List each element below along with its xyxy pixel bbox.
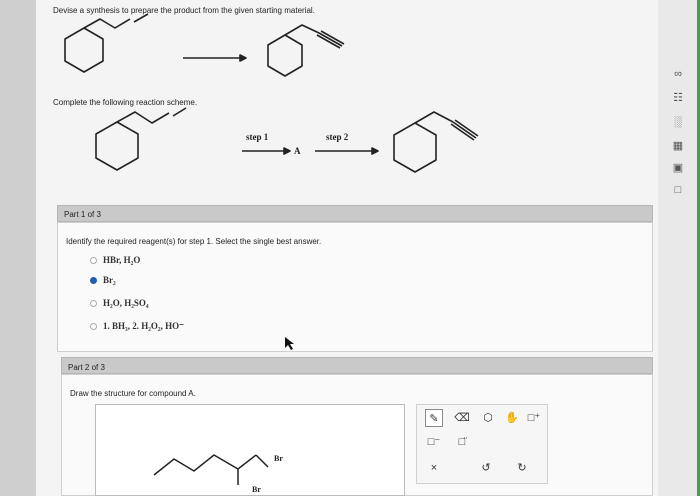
- lone-pair-icon[interactable]: □̈: [453, 433, 471, 451]
- scheme-prompt: Complete the following reaction scheme.: [53, 98, 198, 107]
- positive-charge-icon[interactable]: □⁺: [525, 409, 543, 427]
- drawing-canvas[interactable]: Br Br: [95, 404, 405, 496]
- part2-header-text: Part 2 of 3: [68, 363, 105, 372]
- scheme-product-side-chain: [414, 111, 454, 124]
- product-cyclohexane-ring: [267, 34, 303, 77]
- chart-icon[interactable]: ░: [668, 114, 688, 130]
- scheme-product-ring: [393, 122, 437, 173]
- starting-side-chain: [83, 18, 131, 29]
- right-toolbar: ∞ ☷ ░ ▦ ▣ □: [658, 0, 700, 496]
- infinity-icon[interactable]: ∞: [668, 66, 688, 82]
- part2-question: Draw the structure for compound A.: [70, 389, 196, 398]
- message-icon[interactable]: □: [668, 182, 688, 198]
- part2-header: Part 2 of 3: [61, 357, 653, 374]
- ring-icon[interactable]: ⬡: [479, 409, 497, 427]
- redo-icon[interactable]: ↻: [513, 459, 531, 477]
- starting-double-bond: [133, 13, 149, 23]
- radio-button-selected[interactable]: [90, 276, 97, 284]
- periodic-table-icon[interactable]: ▦: [668, 138, 688, 154]
- eraser-icon[interactable]: ⌫: [453, 409, 471, 427]
- mouse-cursor-icon: [285, 337, 294, 350]
- scheme-starting-ring: [95, 121, 139, 171]
- radio-button[interactable]: [90, 322, 97, 330]
- step1-label: step 1: [246, 132, 269, 142]
- part1-header: Part 1 of 3: [57, 205, 653, 222]
- overview-arrow-head: [239, 54, 247, 62]
- left-margin: [0, 0, 36, 496]
- intermediate-label: A: [294, 146, 301, 156]
- undo-icon[interactable]: ↺: [477, 459, 495, 477]
- reference-icon[interactable]: ▣: [668, 160, 688, 176]
- br-label-bottom: Br: [252, 485, 261, 494]
- calculator-icon[interactable]: ☷: [668, 90, 688, 106]
- negative-charge-icon[interactable]: □⁻: [425, 433, 443, 451]
- radio-button[interactable]: [90, 299, 97, 307]
- scheme-side-chain: [116, 111, 170, 124]
- part1-header-text: Part 1 of 3: [64, 210, 101, 219]
- option-br2[interactable]: Br₂: [90, 273, 116, 287]
- clear-icon[interactable]: ×: [425, 459, 443, 477]
- hand-icon[interactable]: ✋: [503, 409, 521, 427]
- product-side-chain: [284, 24, 320, 36]
- option-hbr-h2o[interactable]: HBr, H₂O: [90, 253, 140, 267]
- drawing-tool-panel: ✎ ⌫ ⬡ ✋ □⁺ □⁻ □̈ × ↺ ↻: [416, 404, 548, 484]
- starting-cyclohexane-ring: [64, 27, 104, 73]
- part1-question: Identify the required reagent(s) for ste…: [66, 237, 322, 246]
- bond-to-br-top: [255, 454, 269, 468]
- pencil-icon[interactable]: ✎: [425, 409, 443, 427]
- product-triple-bond-1: [318, 32, 343, 47]
- option-hydroboration[interactable]: 1. BH₃, 2. H₂O₂, HO⁻: [90, 319, 184, 333]
- step2-label: step 2: [326, 132, 349, 142]
- option-h2o-h2so4[interactable]: H₂O, H₂SO₄: [90, 296, 149, 310]
- carbon-chain: [153, 454, 257, 476]
- radio-button[interactable]: [90, 256, 97, 264]
- compound-a-drawing: [153, 454, 269, 485]
- br-label-top: Br: [274, 454, 283, 463]
